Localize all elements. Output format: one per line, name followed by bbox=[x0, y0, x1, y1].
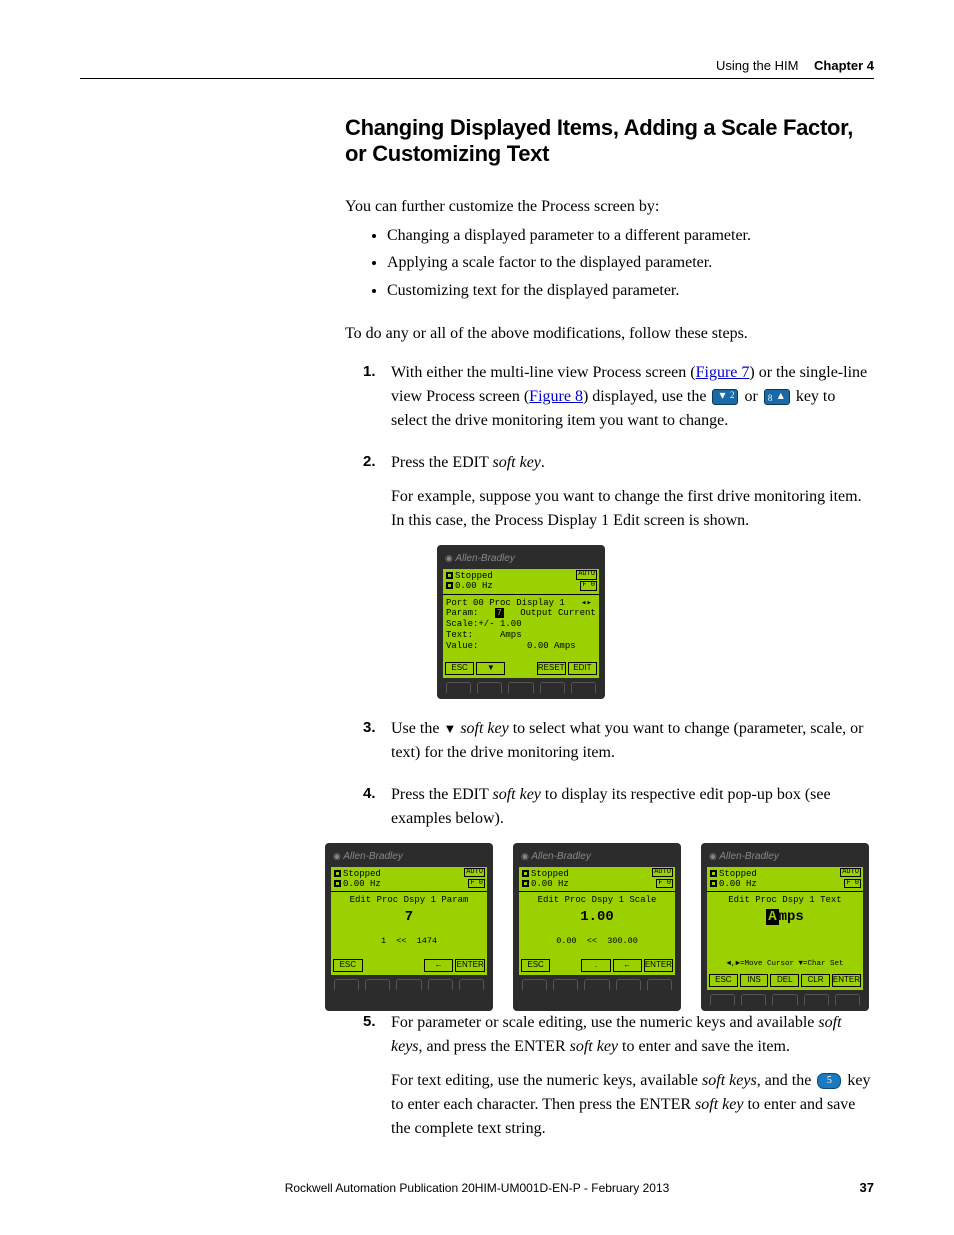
section-title: Changing Displayed Items, Adding a Scale… bbox=[345, 115, 875, 167]
him-text: Allen-Bradley AUTO F 0 Stopped 0.00 Hz E… bbox=[701, 843, 869, 1011]
him-triple-row: Allen-Bradley AUTO F 0 Stopped 0.00 Hz E… bbox=[325, 843, 869, 1011]
figure-8-link[interactable]: Figure 8 bbox=[529, 388, 583, 405]
page-footer: Rockwell Automation Publication 20HIM-UM… bbox=[0, 1181, 954, 1195]
intro-para: You can further customize the Process sc… bbox=[345, 195, 875, 218]
frame-icon bbox=[446, 572, 453, 579]
status-f0: F 0 bbox=[580, 581, 597, 591]
step-5-p2: For text editing, use the numeric keys, … bbox=[391, 1069, 875, 1141]
him-screen-edit: Allen-Bradley AUTO F 0 Stopped 0.00 Hz P… bbox=[437, 545, 605, 699]
status-auto: AUTO bbox=[576, 570, 597, 580]
steps-list: With either the multi-line view Process … bbox=[345, 361, 875, 1141]
up-key-icon bbox=[764, 389, 790, 405]
him-lcd: AUTO F 0 Stopped 0.00 Hz Port 00 Proc Di… bbox=[443, 569, 599, 678]
down-key-icon bbox=[712, 389, 738, 405]
step-2-para: For example, suppose you want to change … bbox=[391, 485, 875, 533]
sk-reset: RESET bbox=[537, 662, 566, 675]
sk-down: ▼ bbox=[476, 662, 505, 675]
him-scale: Allen-Bradley AUTO F 0 Stopped 0.00 Hz E… bbox=[513, 843, 681, 1011]
bullet-list: Changing a displayed parameter to a diff… bbox=[387, 224, 875, 302]
him-brand: Allen-Bradley bbox=[443, 551, 599, 569]
header-chapter: Chapter 4 bbox=[814, 58, 874, 73]
down-triangle-icon bbox=[443, 720, 456, 737]
key-5-icon: 5 bbox=[817, 1073, 841, 1089]
list-item: Customizing text for the displayed param… bbox=[387, 279, 875, 302]
lead-para: To do any or all of the above modificati… bbox=[345, 322, 875, 345]
him-param: Allen-Bradley AUTO F 0 Stopped 0.00 Hz E… bbox=[325, 843, 493, 1011]
sk-blank bbox=[507, 662, 534, 673]
figure-7-link[interactable]: Figure 7 bbox=[696, 364, 750, 381]
sk-esc: ESC bbox=[445, 662, 474, 675]
step-4: Press the EDIT soft key to display its r… bbox=[345, 783, 875, 831]
hard-keys bbox=[443, 678, 599, 693]
page-header: Using the HIM Chapter 4 bbox=[716, 58, 874, 73]
header-rule bbox=[80, 78, 874, 79]
header-section: Using the HIM bbox=[716, 58, 798, 73]
list-item: Changing a displayed parameter to a diff… bbox=[387, 224, 875, 247]
frame-icon bbox=[446, 582, 453, 589]
page-number: 37 bbox=[860, 1180, 874, 1195]
list-item: Applying a scale factor to the displayed… bbox=[387, 251, 875, 274]
step-1: With either the multi-line view Process … bbox=[345, 361, 875, 433]
step-2: Press the EDIT soft key. For example, su… bbox=[345, 451, 875, 699]
sk-edit: EDIT bbox=[568, 662, 597, 675]
step-5: For parameter or scale editing, use the … bbox=[345, 1011, 875, 1141]
softkey-row: ESC ▼ RESET EDIT bbox=[443, 662, 599, 678]
him-body: Port 00 Proc Display 1 ◂▸ Param: 7 Outpu… bbox=[443, 595, 599, 662]
step-3: Use the soft key to select what you want… bbox=[345, 717, 875, 765]
main-content: Changing Displayed Items, Adding a Scale… bbox=[345, 115, 875, 1159]
